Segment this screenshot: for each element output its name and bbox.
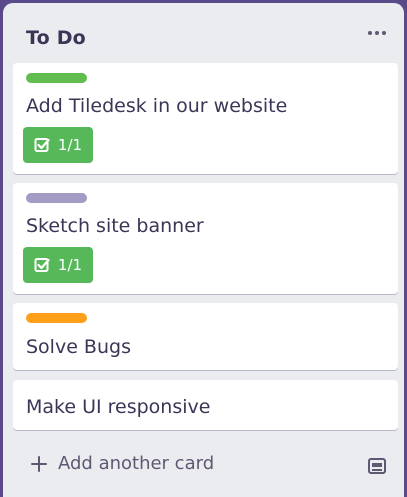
checklist-count: 1/1 [57,256,83,274]
more-horizontal-icon [368,31,386,35]
list-title[interactable]: To Do [26,27,86,49]
card-title: Solve Bugs [26,336,131,358]
card-title: Add Tiledesk in our website [26,95,288,117]
card-template-icon[interactable] [367,456,387,476]
checklist-badge: 1/1 [23,247,93,283]
add-card-label: Add another card [58,453,215,474]
card-label-orange[interactable] [26,313,87,323]
checklist-icon [34,138,50,152]
card-label-green[interactable] [26,73,87,83]
card-solve-bugs[interactable]: Solve Bugs [13,303,398,370]
card-title: Sketch site banner [26,215,204,237]
card-sketch-site-banner[interactable]: Sketch site banner 1/1 [13,183,398,294]
card-title: Make UI responsive [26,396,211,418]
card-label-purple[interactable] [26,193,87,203]
checklist-icon [34,258,50,272]
checklist-count: 1/1 [57,136,83,154]
card-make-ui-responsive[interactable]: Make UI responsive [13,380,398,430]
card-add-tiledesk[interactable]: Add Tiledesk in our website 1/1 [13,63,398,174]
plus-icon [31,455,47,472]
add-card-button[interactable]: Add another card [30,453,214,474]
todo-list: To Do Add Tiledesk in our website 1/1 Sk… [3,3,404,497]
checklist-badge: 1/1 [23,127,93,163]
list-menu-button[interactable] [363,21,391,45]
